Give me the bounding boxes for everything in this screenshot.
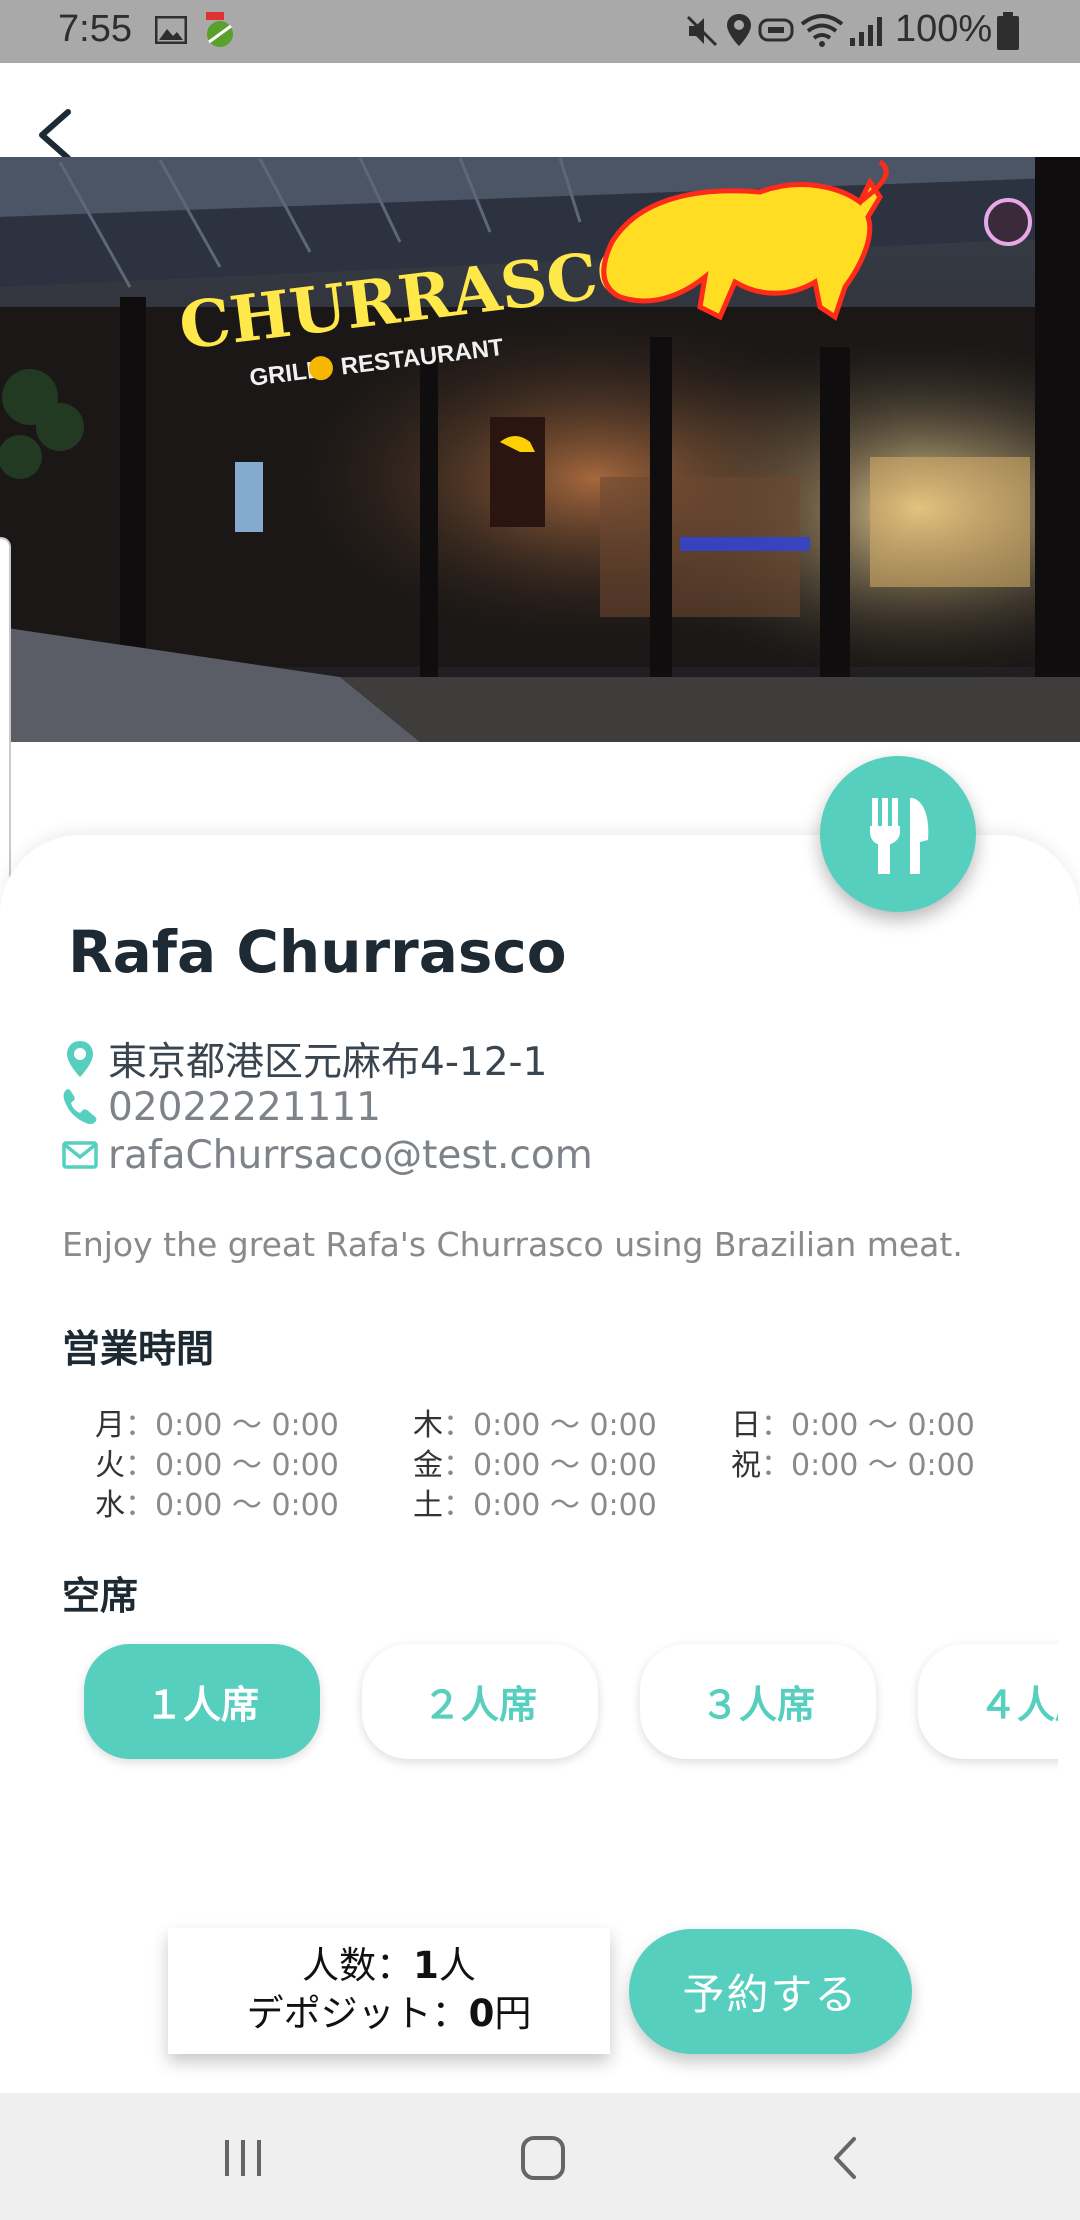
nav-back-button[interactable] — [806, 2123, 886, 2193]
hours-sunday: 日：0:00 〜 0:00 — [731, 1400, 975, 1444]
fork-knife-icon — [870, 798, 929, 874]
image-notification-icon — [155, 16, 187, 44]
deposit-value: 0 — [468, 1992, 495, 2035]
system-nav-bar — [0, 2093, 1080, 2220]
hours-time: ：0:00 〜 0:00 — [443, 1448, 657, 1483]
hours-wednesday: 水：0:00 〜 0:00 — [95, 1480, 339, 1524]
location-status-icon — [727, 14, 751, 46]
restaurant-name: Rafa Churrasco — [68, 918, 567, 986]
home-icon — [521, 2136, 565, 2180]
vacant-seats-title: 空席 — [62, 1574, 139, 1618]
hours-holiday: 祝：0:00 〜 0:00 — [731, 1440, 975, 1484]
status-time: 7:55 — [58, 8, 132, 50]
fake-gps-icon — [206, 12, 233, 47]
status-bar: 7:55 100% — [0, 0, 1080, 63]
wifi-icon — [800, 14, 844, 47]
signal-icon — [850, 17, 882, 46]
seat-options-scroller[interactable]: １人席 ２人席 ３人席 ４人席 — [62, 1630, 1058, 1780]
hours-day: 日 — [731, 1408, 761, 1443]
email-row[interactable]: rafaChurrsaco@test.com — [62, 1131, 593, 1179]
email-text[interactable]: rafaChurrsaco@test.com — [108, 1133, 593, 1178]
people-value: 1 — [413, 1944, 439, 1987]
mute-icon — [686, 15, 718, 47]
recents-button[interactable] — [203, 2123, 283, 2193]
hours-day: 木 — [413, 1408, 443, 1443]
restaurant-description: Enjoy the great Rafa's Churrasco using B… — [62, 1225, 963, 1264]
hours-time: ：0:00 〜 0:00 — [761, 1408, 975, 1443]
hours-time: ：0:00 〜 0:00 — [443, 1488, 657, 1523]
mail-icon — [62, 1141, 98, 1169]
hours-saturday: 土：0:00 〜 0:00 — [413, 1480, 657, 1524]
hours-tuesday: 火：0:00 〜 0:00 — [95, 1440, 339, 1484]
dining-fab-button[interactable] — [820, 756, 976, 912]
hours-thursday: 木：0:00 〜 0:00 — [413, 1400, 657, 1444]
hours-day: 土 — [413, 1488, 443, 1523]
recents-icon — [225, 2140, 261, 2176]
seat-option-1[interactable]: １人席 — [84, 1644, 320, 1759]
battery-percent: 100% — [895, 8, 993, 50]
seat-option-4[interactable]: ４人席 — [918, 1644, 1058, 1759]
reservation-summary: 人数：1人 デポジット：0円 — [168, 1928, 610, 2054]
deposit-line: デポジット：0円 — [168, 1990, 610, 2038]
hours-day: 月 — [95, 1408, 125, 1443]
hours-day: 金 — [413, 1448, 443, 1483]
phone-text[interactable]: 02022221111 — [108, 1085, 381, 1130]
battery-icon — [997, 12, 1019, 50]
phone-row[interactable]: 02022221111 — [62, 1083, 381, 1131]
business-hours-title: 営業時間 — [62, 1327, 215, 1371]
home-button[interactable] — [503, 2123, 583, 2193]
people-unit: 人 — [438, 1944, 476, 1987]
people-label: 人数： — [302, 1944, 414, 1987]
people-count-line: 人数：1人 — [168, 1942, 610, 1990]
hours-time: ：0:00 〜 0:00 — [125, 1488, 339, 1523]
hours-day: 火 — [95, 1448, 125, 1483]
location-pin-icon — [67, 1041, 93, 1077]
address-text: 東京都港区元麻布4-12-1 — [108, 1040, 548, 1085]
restaurant-photo: CHURRASCO GRILL RESTAURANT — [0, 157, 1080, 742]
volte-icon — [758, 18, 794, 42]
phone-icon — [63, 1089, 97, 1125]
deposit-unit: 円 — [494, 1992, 532, 2035]
hours-time: ：0:00 〜 0:00 — [443, 1408, 657, 1443]
hours-monday: 月：0:00 〜 0:00 — [95, 1400, 339, 1444]
reserve-button[interactable]: 予約する — [629, 1929, 912, 2054]
hours-time: ：0:00 〜 0:00 — [125, 1448, 339, 1483]
seat-option-2[interactable]: ２人席 — [362, 1644, 598, 1759]
hours-day: 祝 — [731, 1448, 761, 1483]
deposit-label: デポジット： — [246, 1992, 469, 2035]
hours-day: 水 — [95, 1488, 125, 1523]
seat-option-3[interactable]: ３人席 — [640, 1644, 876, 1759]
hours-time: ：0:00 〜 0:00 — [125, 1408, 339, 1443]
nav-back-icon — [834, 2137, 856, 2179]
address-row: 東京都港区元麻布4-12-1 — [62, 1035, 547, 1085]
hours-time: ：0:00 〜 0:00 — [761, 1448, 975, 1483]
hours-friday: 金：0:00 〜 0:00 — [413, 1440, 657, 1484]
